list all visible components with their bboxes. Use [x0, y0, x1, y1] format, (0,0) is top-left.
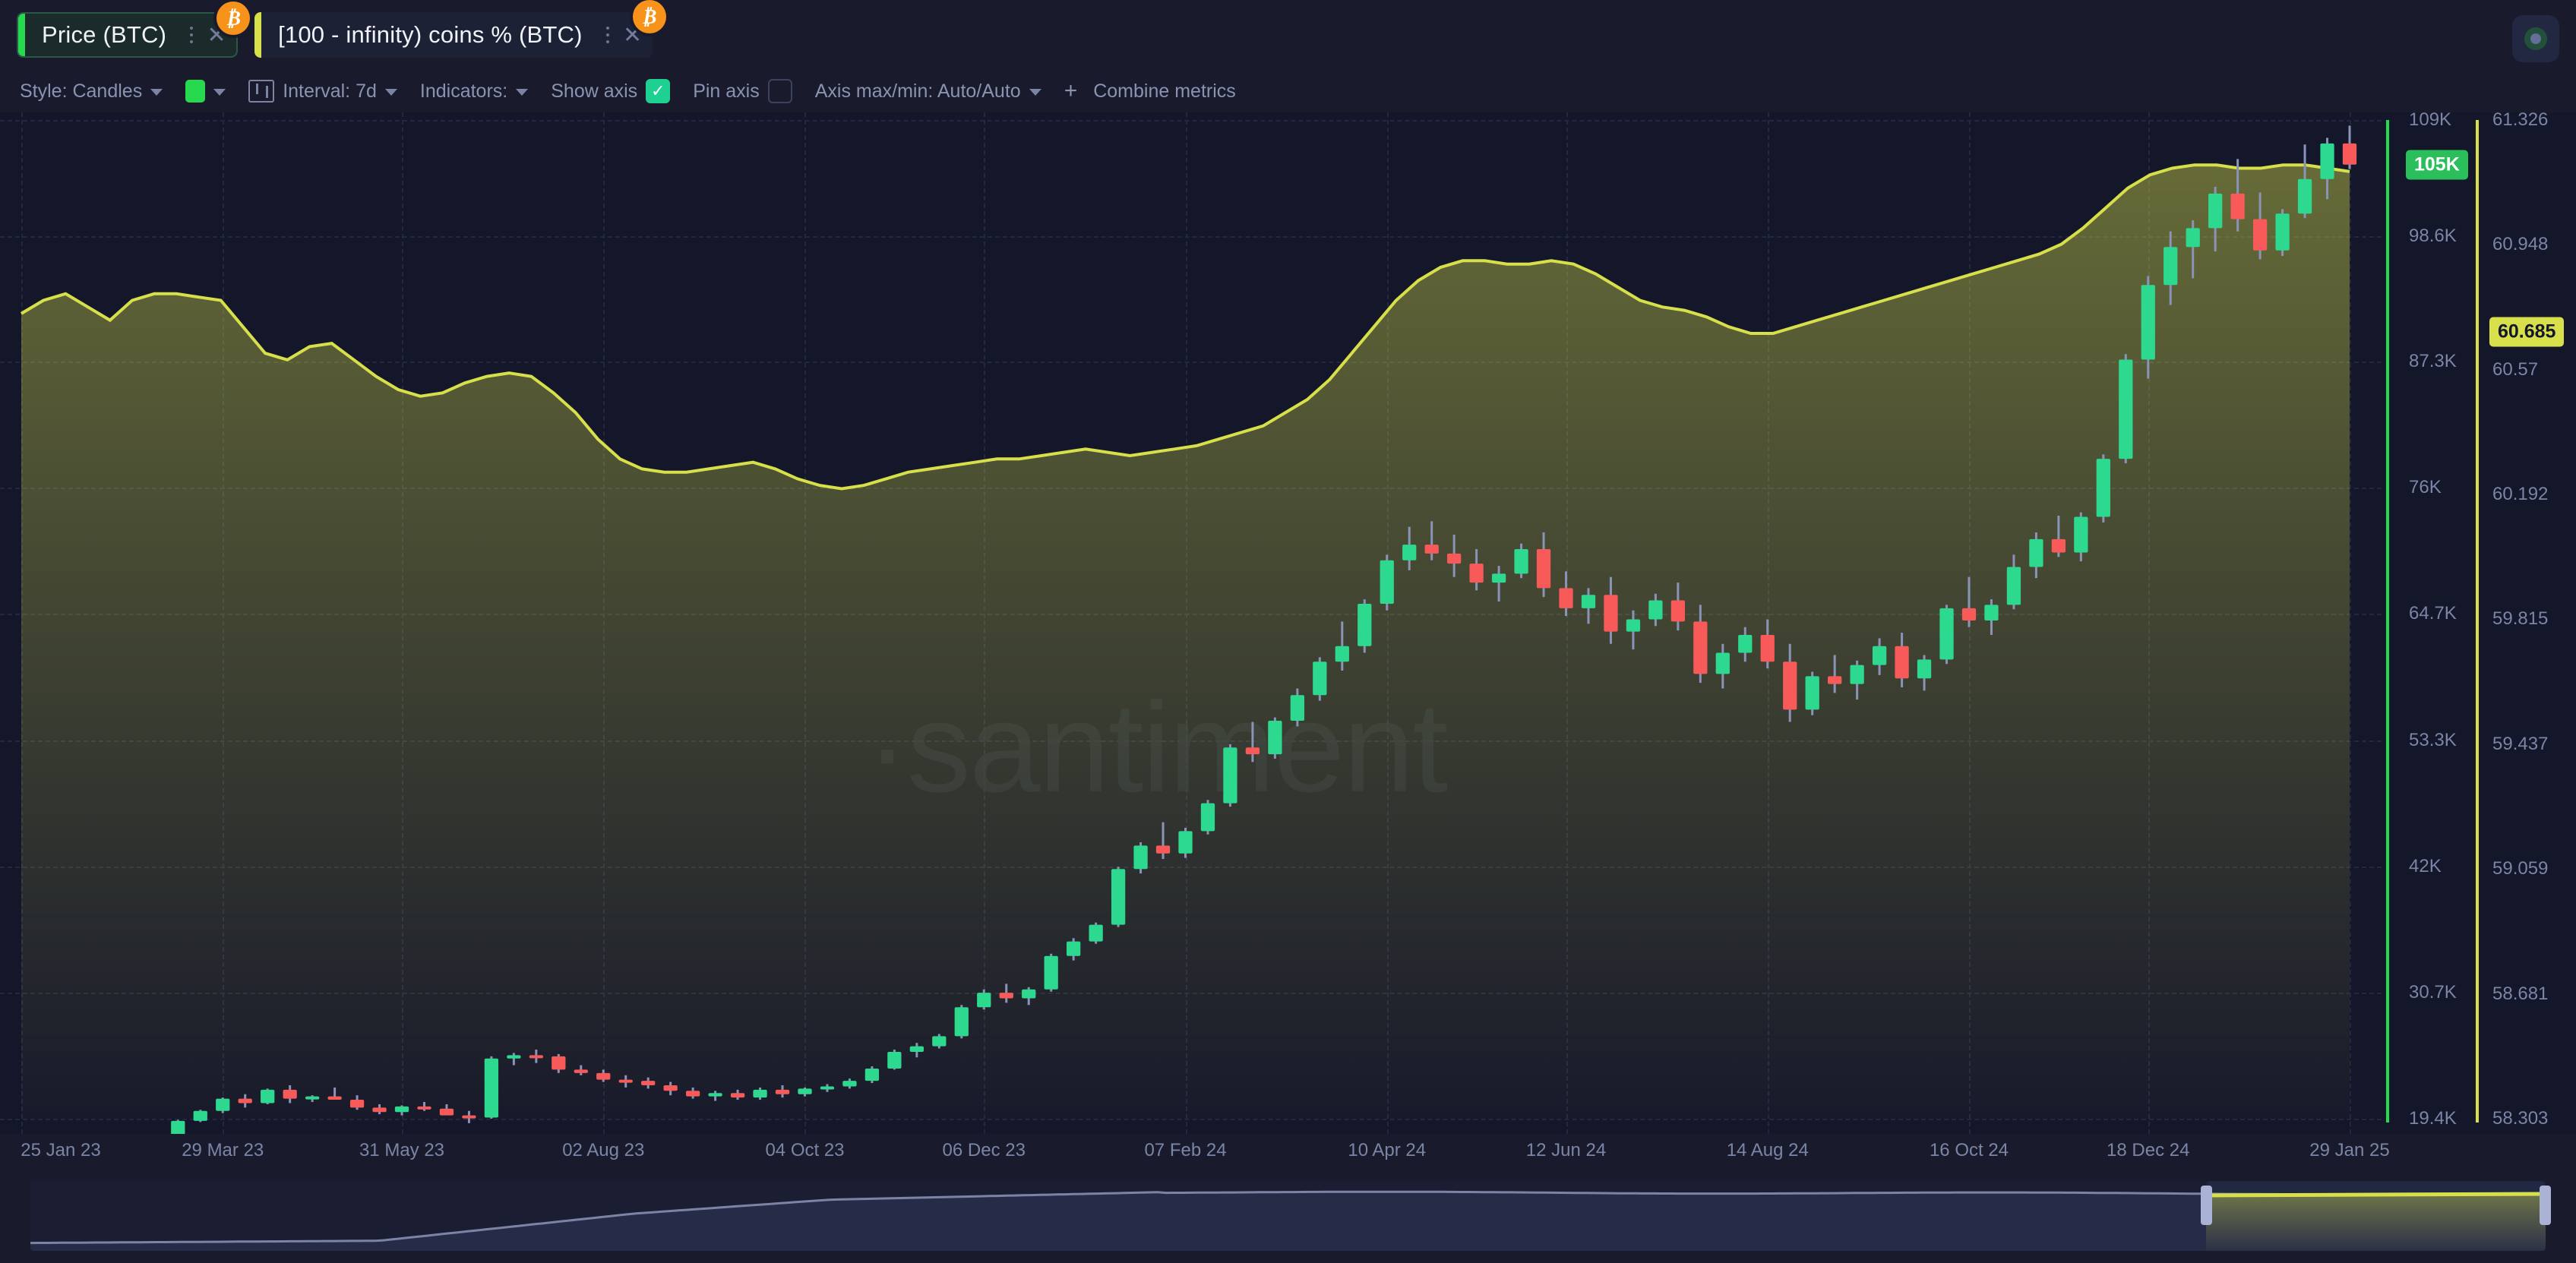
- kebab-menu-icon[interactable]: [182, 21, 201, 49]
- show-axis-checkbox[interactable]: ✓: [646, 79, 670, 103]
- indicators-dropdown[interactable]: Indicators:: [420, 81, 528, 103]
- axis-tick-label: 42K: [2409, 856, 2442, 877]
- navigator-handle-left[interactable]: [2201, 1186, 2212, 1225]
- bitcoin-icon: ₿: [633, 0, 666, 33]
- tab-accent-bar: [18, 14, 25, 56]
- interval-dropdown[interactable]: Interval: 7d: [248, 80, 397, 103]
- chart-toolbar: Style: Candles Interval: 7d Indicators: …: [0, 70, 2576, 112]
- show-axis-label: Show axis: [551, 81, 637, 103]
- tab-label: [100 - infinity) coins % (BTC): [261, 21, 598, 49]
- percent-axis-line: [2476, 120, 2479, 1122]
- axis-tick-label: 19.4K: [2409, 1108, 2457, 1129]
- color-picker[interactable]: [185, 80, 226, 103]
- axis-tick-label: 30.7K: [2409, 982, 2457, 1003]
- pin-axis-toggle[interactable]: Pin axis: [693, 79, 792, 103]
- pin-axis-label: Pin axis: [693, 81, 760, 103]
- x-axis-tick-label: 31 May 23: [359, 1140, 444, 1161]
- x-axis-tick-label: 07 Feb 24: [1144, 1140, 1226, 1161]
- price-axis-line: [2386, 120, 2389, 1122]
- x-axis-tick-label: 10 Apr 24: [1348, 1140, 1426, 1161]
- tab-bar: Price (BTC) ✕ ₿ [100 - infinity) coins %…: [0, 0, 2576, 70]
- axis-tick-label: 61.326: [2492, 112, 2548, 131]
- x-axis-tick-label: 14 Aug 24: [1727, 1140, 1809, 1161]
- tab-price-btc[interactable]: Price (BTC) ✕ ₿: [17, 12, 238, 58]
- x-axis-tick-label: 04 Oct 23: [765, 1140, 844, 1161]
- chevron-down-icon: [516, 89, 528, 96]
- x-axis-tick-label: 25 Jan 23: [21, 1140, 100, 1161]
- axis-tick-label: 64.7K: [2409, 603, 2457, 624]
- bitcoin-icon: ₿: [217, 2, 250, 35]
- range-navigator[interactable]: [0, 1169, 2576, 1263]
- indicators-label: Indicators:: [420, 81, 507, 103]
- axis-tick-label: 76K: [2409, 477, 2442, 498]
- chevron-down-icon: [213, 89, 226, 96]
- chart-settings-icon[interactable]: [2512, 15, 2559, 62]
- x-axis-tick-label: 18 Dec 24: [2107, 1140, 2189, 1161]
- show-axis-toggle[interactable]: Show axis ✓: [551, 79, 670, 103]
- axis-tick-label: 87.3K: [2409, 351, 2457, 372]
- tab-accent-bar: [254, 12, 261, 58]
- axis-tick-label: 58.303: [2492, 1108, 2548, 1129]
- axis-tick-label: 109K: [2409, 112, 2451, 131]
- percent-axis[interactable]: 61.326 60.948 60.57 60.192 59.815 59.437 59.05…: [2473, 112, 2576, 1134]
- axis-tick-label: 59.059: [2492, 858, 2548, 879]
- axis-tick-label: 59.437: [2492, 734, 2548, 755]
- combine-metrics-label: Combine metrics: [1093, 81, 1236, 103]
- plot-region[interactable]: ·santiment: [0, 112, 2382, 1134]
- x-axis-tick-label: 29 Mar 23: [182, 1140, 264, 1161]
- kebab-menu-icon[interactable]: [598, 21, 618, 49]
- axis-tick-label: 98.6K: [2409, 226, 2457, 247]
- style-dropdown-label: Style: Candles: [20, 81, 142, 103]
- x-axis-tick-label: 02 Aug 23: [562, 1140, 644, 1161]
- axis-tick-label: 60.192: [2492, 484, 2548, 505]
- chevron-down-icon: [150, 89, 163, 96]
- chevron-down-icon: [1029, 89, 1041, 96]
- current-value-badge: 105K: [2406, 150, 2468, 179]
- navigator-track[interactable]: [30, 1181, 2546, 1251]
- navigator-preview-chart: [30, 1181, 2546, 1251]
- axis-tick-label: 60.948: [2492, 234, 2548, 255]
- circle-glyph: [2524, 27, 2547, 50]
- plus-icon: +: [1064, 80, 1078, 103]
- tab-label: Price (BTC): [25, 21, 182, 49]
- candles-icon: [248, 80, 274, 103]
- navigator-handle-right[interactable]: [2540, 1186, 2551, 1225]
- axis-tick-label: 53.3K: [2409, 730, 2457, 751]
- axis-minmax-label: Axis max/min: Auto/Auto: [815, 81, 1021, 103]
- x-axis-tick-label: 12 Jun 24: [1526, 1140, 1606, 1161]
- axis-tick-label: 60.57: [2492, 359, 2538, 380]
- x-axis-tick-label: 06 Dec 23: [943, 1140, 1026, 1161]
- style-dropdown[interactable]: Style: Candles: [20, 81, 163, 103]
- tab-100-infinity-coins[interactable]: [100 - infinity) coins % (BTC) ✕ ₿: [254, 12, 653, 58]
- interval-label: Interval: 7d: [283, 81, 377, 103]
- axis-minmax-dropdown[interactable]: Axis max/min: Auto/Auto: [815, 81, 1041, 103]
- axis-tick-label: 58.681: [2492, 984, 2548, 1005]
- x-axis-tick-label: 29 Jan 25: [2309, 1140, 2389, 1161]
- x-axis: 25 Jan 23 29 Mar 23 31 May 23 02 Aug 23 04 O…: [0, 1134, 2576, 1169]
- chevron-down-icon: [385, 89, 397, 96]
- current-value-badge: 60.685: [2489, 317, 2564, 346]
- axis-tick-label: 59.815: [2492, 608, 2548, 630]
- x-axis-tick-label: 16 Oct 24: [1930, 1140, 2009, 1161]
- chart-series-svg: [0, 112, 2382, 1134]
- combine-metrics-button[interactable]: + Combine metrics: [1064, 80, 1236, 103]
- chart-canvas[interactable]: ·santiment 109K 98.6K 87.3K 76K 64.7K 53.3K 42…: [0, 112, 2576, 1134]
- pin-axis-checkbox[interactable]: [768, 79, 792, 103]
- color-swatch: [185, 80, 205, 103]
- price-axis[interactable]: 109K 98.6K 87.3K 76K 64.7K 53.3K 42K 30.7K 19.4K…: [2382, 112, 2473, 1134]
